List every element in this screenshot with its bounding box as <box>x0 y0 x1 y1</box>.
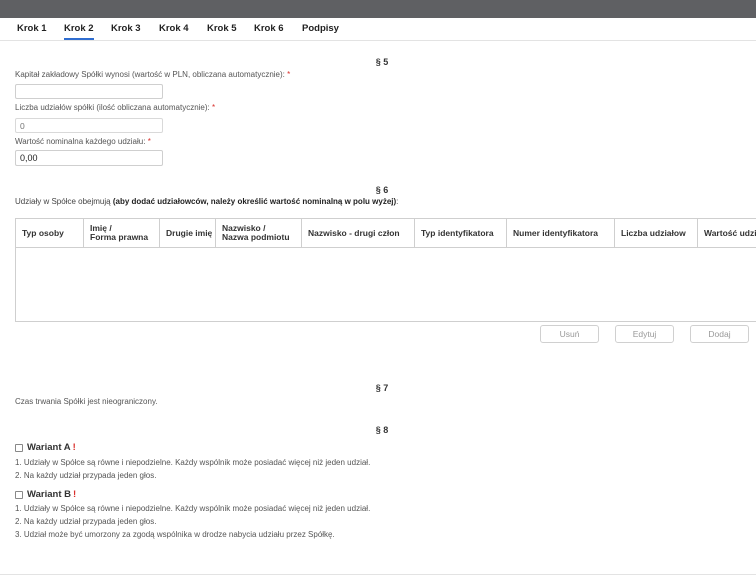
nominal-value-label: Wartość nominalna każdego udziału: * <box>15 137 151 146</box>
section-8-title: § 8 <box>375 425 389 435</box>
col-header-liczba-udzialow[interactable]: Liczba udziałow <box>614 219 697 247</box>
tab-podpisy[interactable]: Podpisy <box>302 23 339 38</box>
variant-b-line-1: 1. Udziały w Spółce są równe i niepodzie… <box>15 504 371 513</box>
variant-a-line-2: 2. Na każdy udział przypada jeden głos. <box>15 471 157 480</box>
shareholders-intro: Udziały w Spółce obejmują (aby dodać udz… <box>15 197 399 206</box>
variant-b-option[interactable]: Wariant B! <box>15 489 76 500</box>
col-header-wartosc-udzialow[interactable]: Wartość udziałów <box>697 219 756 247</box>
section-7-title: § 7 <box>375 383 389 393</box>
section-6-title: § 6 <box>375 185 389 195</box>
col-header-numer-identyfikatora[interactable]: Numer identyfikatora <box>506 219 614 247</box>
table-header: Typ osoby Imię / Forma prawna Drugie imię… <box>16 219 756 248</box>
variant-a-checkbox[interactable] <box>15 443 23 452</box>
variant-b-line-2: 2. Na każdy udział przypada jeden głos. <box>15 517 157 526</box>
window-top-bar <box>0 0 756 18</box>
variant-b-line-3: 3. Udział może być umorzony za zgodą wsp… <box>15 530 335 539</box>
variant-a-option[interactable]: Wariant A! <box>15 442 76 453</box>
tab-krok-1[interactable]: Krok 1 <box>17 23 47 38</box>
col-header-imie[interactable]: Imię / Forma prawna <box>83 219 159 247</box>
step-tabs: Krok 1 Krok 2 Krok 3 Krok 4 Krok 5 Krok … <box>0 18 756 41</box>
capital-field[interactable] <box>15 84 163 99</box>
col-header-typ-identyfikatora[interactable]: Typ identyfikatora <box>414 219 506 247</box>
col-header-typ-osoby[interactable]: Typ osoby <box>16 219 83 247</box>
tab-krok-4[interactable]: Krok 4 <box>159 23 189 38</box>
tab-krok-3[interactable]: Krok 3 <box>111 23 141 38</box>
add-button[interactable]: Dodaj <box>690 325 749 343</box>
remove-button[interactable]: Usuń <box>540 325 599 343</box>
col-header-nazwisko[interactable]: Nazwisko / Nazwa podmiotu <box>215 219 301 247</box>
duration-text: Czas trwania Spółki jest nieograniczony. <box>15 397 158 406</box>
tab-krok-2[interactable]: Krok 2 <box>64 23 94 40</box>
nominal-value-field[interactable] <box>15 150 163 166</box>
shares-label: Liczba udziałów spółki (ilość obliczana … <box>15 103 216 112</box>
edit-button[interactable]: Edytuj <box>615 325 674 343</box>
variant-b-checkbox[interactable] <box>15 490 23 499</box>
variant-a-line-1: 1. Udziały w Spółce są równe i niepodzie… <box>15 458 371 467</box>
shares-count-field[interactable] <box>15 118 163 133</box>
section-5-title: § 5 <box>375 57 389 67</box>
col-header-drugie-imie[interactable]: Drugie imię <box>159 219 215 247</box>
col-header-nazwisko-drugi-czlon[interactable]: Nazwisko - drugi człon <box>301 219 414 247</box>
tab-krok-5[interactable]: Krok 5 <box>207 23 237 38</box>
capital-label: Kapitał zakładowy Spółki wynosi (wartość… <box>15 70 291 79</box>
shareholders-table: Typ osoby Imię / Forma prawna Drugie imię… <box>15 218 756 322</box>
tab-krok-6[interactable]: Krok 6 <box>254 23 284 38</box>
